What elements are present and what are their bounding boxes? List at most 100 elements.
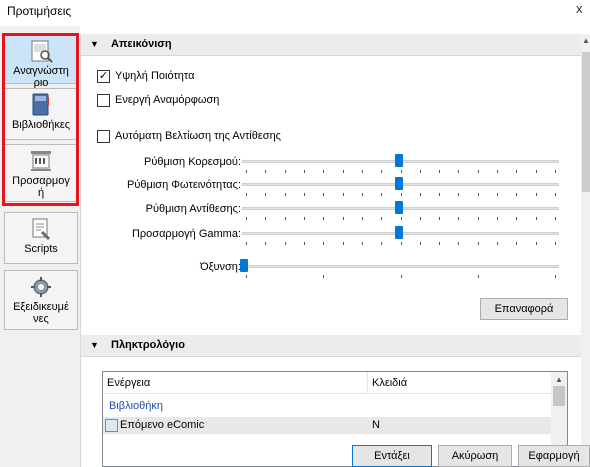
slider-tick xyxy=(361,170,363,173)
sidebar-item-customize[interactable]: Προσαρμογ ή xyxy=(4,144,78,202)
column-header-action[interactable]: Ενέργεια xyxy=(107,377,150,389)
slider-tick xyxy=(458,242,460,245)
slider-tick xyxy=(265,217,267,220)
reset-button[interactable]: Επαναφορά xyxy=(480,298,568,320)
column-header-keys[interactable]: Κλειδιά xyxy=(372,377,407,389)
slider-tick xyxy=(265,193,267,196)
saturation-slider-row: Ρύθμιση Κορεσμού: xyxy=(81,154,561,173)
slider-tick xyxy=(323,193,325,196)
scroll-thumb[interactable] xyxy=(553,386,565,406)
slider-tick xyxy=(303,193,305,196)
brightness-slider-thumb[interactable] xyxy=(394,177,403,190)
slider-tick xyxy=(381,242,383,245)
slider-tick xyxy=(246,275,247,278)
slider-tick xyxy=(497,193,499,196)
slider-tick xyxy=(535,170,537,173)
contrast-slider-thumb[interactable] xyxy=(394,201,403,214)
slider-tick xyxy=(516,193,518,196)
slider-tick xyxy=(419,217,421,220)
slider-ticks xyxy=(242,275,559,278)
checkbox-box[interactable] xyxy=(97,93,110,107)
slider-tick xyxy=(477,242,479,245)
slider-tick xyxy=(303,242,305,245)
sidebar-item-scripts[interactable]: Scripts xyxy=(4,212,78,264)
slider-tick xyxy=(419,242,421,245)
slider-tick xyxy=(342,170,344,173)
high-quality-checkbox[interactable]: ✓ Υψηλή Ποιότητα xyxy=(97,69,194,83)
slider-tick xyxy=(303,170,305,173)
slider-tick xyxy=(516,242,518,245)
library-book-icon xyxy=(32,93,49,116)
slider-tick xyxy=(342,217,344,220)
settings-panel: ▼ Απεικόνιση ✓ Υψηλή Ποιότητα Ενεργή Ανα… xyxy=(80,34,590,467)
slider-tick xyxy=(497,170,499,173)
saturation-label: Ρύθμιση Κορεσμού: xyxy=(143,156,241,168)
checkbox-box[interactable] xyxy=(97,129,110,143)
display-section-header[interactable]: ▼ Απεικόνιση xyxy=(81,34,581,56)
slider-tick xyxy=(535,193,537,196)
sharpen-track[interactable] xyxy=(242,265,559,268)
saturation-slider-thumb[interactable] xyxy=(394,154,403,167)
sidebar-item-label: Εξειδικευμέ νες xyxy=(13,301,69,325)
slider-tick xyxy=(400,193,402,196)
sharpen-slider-thumb[interactable] xyxy=(240,259,248,272)
slider-tick xyxy=(265,242,267,245)
command-icon xyxy=(105,419,118,432)
slider-tick xyxy=(477,275,479,278)
slider-tick xyxy=(381,170,383,173)
auto-contrast-label: Αυτόματη Βελτίωση της Αντίθεσης xyxy=(115,130,281,142)
slider-tick xyxy=(342,242,344,245)
keyboard-section-header[interactable]: ▼ Πληκτρολόγιο xyxy=(81,335,581,357)
slider-tick xyxy=(361,217,363,220)
collapse-arrow-icon[interactable]: ▼ xyxy=(90,39,99,49)
slider-ticks xyxy=(242,217,559,220)
scroll-up-icon[interactable]: ▲ xyxy=(582,36,590,45)
contrast-slider-row: Ρύθμιση Αντίθεσης: xyxy=(81,201,561,220)
brightness-slider-row: Ρύθμιση Φωτεινότητας: xyxy=(81,177,561,196)
slider-tick xyxy=(419,170,421,173)
slider-tick xyxy=(265,170,267,173)
slider-tick xyxy=(400,217,402,220)
table-row[interactable]: Επόμενο eComic N xyxy=(103,417,551,434)
slider-tick xyxy=(439,170,441,173)
checkmark-icon[interactable]: ✓ xyxy=(97,69,110,83)
active-resize-checkbox[interactable]: Ενεργή Αναμόρφωση xyxy=(97,93,219,107)
scroll-thumb[interactable] xyxy=(582,52,590,192)
column-divider[interactable] xyxy=(367,372,368,394)
panel-scrollbar[interactable]: ▲ xyxy=(581,34,590,467)
slider-tick xyxy=(555,193,556,196)
gamma-slider-thumb[interactable] xyxy=(394,226,403,239)
sharpen-slider-row: Όξυνση: xyxy=(81,259,561,278)
high-quality-label: Υψηλή Ποιότητα xyxy=(115,70,195,82)
close-icon[interactable]: x xyxy=(576,1,583,16)
ok-button[interactable]: Εντάξει xyxy=(352,445,432,467)
contrast-label: Ρύθμιση Αντίθεσης: xyxy=(145,203,241,215)
auto-contrast-checkbox[interactable]: Αυτόματη Βελτίωση της Αντίθεσης xyxy=(97,129,281,143)
table-group-library[interactable]: Βιβλιοθήκη xyxy=(109,400,163,412)
slider-tick xyxy=(497,242,499,245)
slider-ticks xyxy=(242,170,559,173)
collapse-arrow-icon[interactable]: ▼ xyxy=(90,340,99,350)
sidebar-item-label: Αναγνώστη ριο xyxy=(13,65,69,89)
reader-icon xyxy=(31,40,53,63)
slider-tick xyxy=(381,193,383,196)
slider-tick xyxy=(555,275,556,278)
slider-tick xyxy=(303,217,305,220)
slider-tick xyxy=(342,193,344,196)
slider-tick xyxy=(516,217,518,220)
slider-tick xyxy=(323,275,325,278)
sidebar: Αναγνώστη ριο Βιβλιοθήκες Προσαρμογ ή Sc… xyxy=(0,26,80,467)
slider-tick xyxy=(400,242,402,245)
scroll-up-icon[interactable]: ▲ xyxy=(555,375,563,384)
slider-tick xyxy=(400,275,402,278)
slider-tick xyxy=(535,242,537,245)
keyboard-section-title: Πληκτρολόγιο xyxy=(111,339,185,351)
sidebar-item-libraries[interactable]: Βιβλιοθήκες xyxy=(4,88,78,140)
sidebar-item-reader[interactable]: Αναγνώστη ριο xyxy=(4,34,78,89)
cancel-button[interactable]: Ακύρωση xyxy=(438,445,512,467)
slider-tick xyxy=(555,242,556,245)
apply-button[interactable]: Εφαρμογή xyxy=(518,445,590,467)
slider-tick xyxy=(284,193,286,196)
sidebar-item-advanced[interactable]: Εξειδικευμέ νες xyxy=(4,270,78,330)
slider-tick xyxy=(381,217,383,220)
